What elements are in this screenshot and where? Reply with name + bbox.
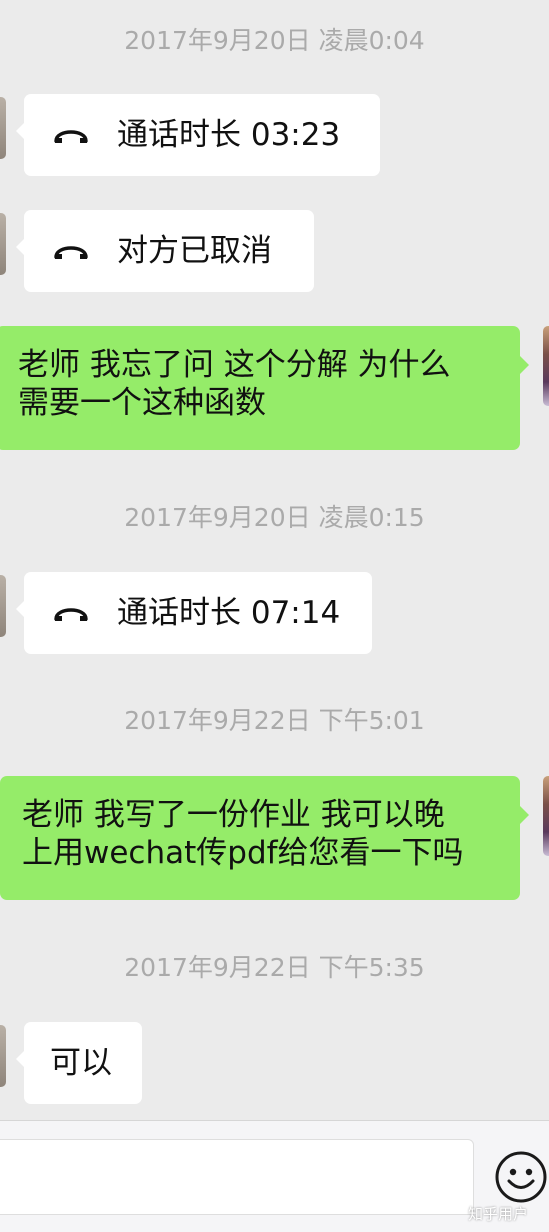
message-text: 可以	[50, 1045, 112, 1081]
contact-avatar[interactable]	[0, 1025, 6, 1087]
timestamp: 2017年9月22日 下午5:35	[124, 953, 425, 982]
timestamp: 2017年9月20日 凌晨0:04	[124, 26, 425, 55]
outgoing-message-bubble[interactable]: 老师 我忘了问 这个分解 为什么 需要一个这种函数	[0, 326, 529, 450]
my-avatar[interactable]	[543, 326, 549, 406]
call-record-bubble[interactable]: 对方已取消	[16, 210, 314, 292]
phone-hangup-icon	[54, 246, 88, 259]
watermark: 知乎用户	[468, 1205, 529, 1223]
phone-hangup-icon	[54, 608, 88, 621]
phone-hangup-icon	[54, 130, 88, 143]
contact-avatar[interactable]	[0, 213, 6, 275]
message-line: 需要一个这种函数	[18, 385, 266, 421]
message-input[interactable]	[0, 1139, 474, 1215]
my-avatar[interactable]	[543, 776, 549, 856]
call-duration-text: 通话时长 03:23	[117, 117, 341, 153]
contact-avatar[interactable]	[0, 575, 6, 637]
emoji-smiley-icon[interactable]	[494, 1150, 548, 1204]
call-duration-text: 通话时长 07:14	[117, 595, 341, 631]
call-record-bubble[interactable]: 通话时长 07:14	[16, 572, 372, 654]
outgoing-message-bubble[interactable]: 老师 我写了一份作业 我可以晚 上用wechat传pdf给您看一下吗	[0, 776, 529, 900]
timestamp: 2017年9月20日 凌晨0:15	[124, 503, 425, 532]
message-line: 老师 我忘了问 这个分解 为什么	[18, 347, 451, 383]
contact-avatar[interactable]	[0, 97, 6, 159]
call-status-text: 对方已取消	[117, 233, 272, 269]
incoming-message-bubble[interactable]: 可以	[16, 1022, 142, 1104]
call-record-bubble[interactable]: 通话时长 03:23	[16, 94, 380, 176]
timestamp: 2017年9月22日 下午5:01	[124, 706, 425, 735]
input-bar	[0, 1120, 549, 1232]
message-line: 上用wechat传pdf给您看一下吗	[22, 835, 464, 871]
message-line: 老师 我写了一份作业 我可以晚	[22, 797, 445, 833]
